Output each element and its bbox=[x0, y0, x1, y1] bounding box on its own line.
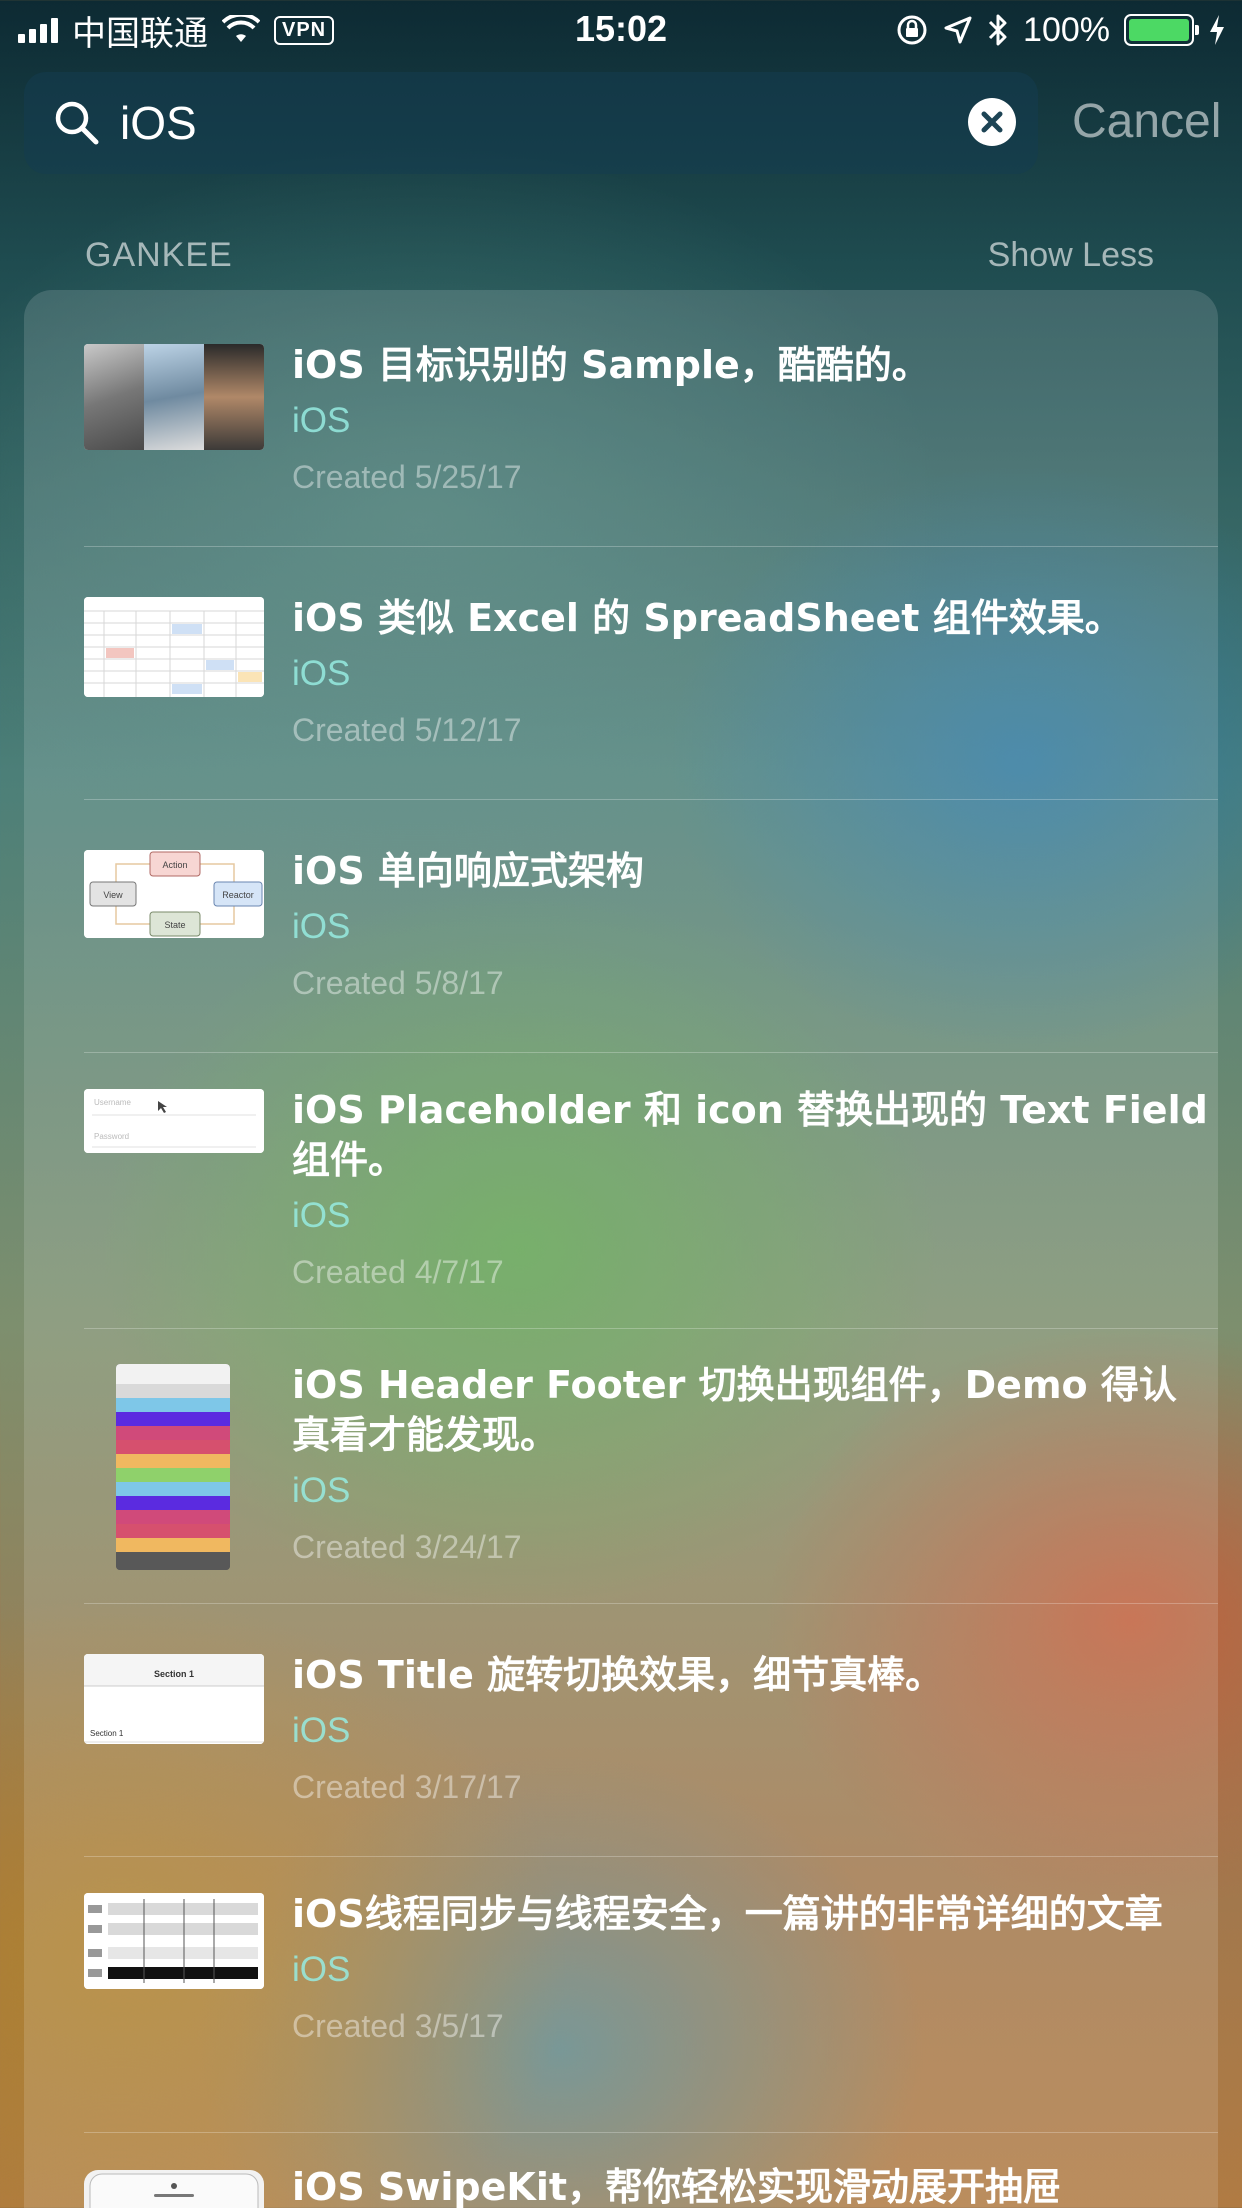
result-thumbnail: Section 1 Section 1 bbox=[84, 1654, 264, 1744]
result-title: iOS Header Footer 切换出现组件，Demo 得认真看才能发现。 bbox=[292, 1363, 1177, 1457]
diagram-label-state: State bbox=[164, 920, 185, 930]
result-thumbnail bbox=[84, 344, 264, 450]
result-tag: iOS bbox=[292, 907, 351, 946]
diagram-label-reactor: Reactor bbox=[222, 890, 254, 900]
row-divider bbox=[84, 1052, 1218, 1053]
result-row[interactable]: iOS Header Footer 切换出现组件，Demo 得认真看才能发现。 … bbox=[84, 1360, 1218, 1620]
close-icon bbox=[981, 111, 1003, 133]
architecture-diagram-icon: Action View Reactor State bbox=[84, 850, 264, 938]
result-text: iOS线程同步与线程安全，一篇讲的非常详细的文章 iOS Created 3/5… bbox=[292, 1889, 1212, 2049]
result-thumbnail bbox=[84, 1893, 264, 1989]
result-thumbnail: Username Password bbox=[84, 1089, 264, 1153]
battery-percentage: 100% bbox=[1023, 10, 1110, 49]
result-tag: iOS bbox=[292, 1196, 351, 1235]
textfield-thumbnail-icon: Username Password bbox=[84, 1089, 264, 1153]
section-title: GANKEE bbox=[85, 236, 233, 274]
row-divider bbox=[84, 546, 1218, 547]
result-thumbnail bbox=[116, 1364, 230, 1570]
result-text: iOS SwipeKit，帮你轻松实现滑动展开抽屉 bbox=[292, 2162, 1212, 2208]
result-date: Created 3/24/17 bbox=[292, 1529, 522, 1565]
row-divider bbox=[84, 2132, 1218, 2133]
colorful-list-thumbnail-icon bbox=[116, 1364, 230, 1570]
result-date: Created 5/25/17 bbox=[292, 459, 522, 495]
result-title: iOS Placeholder 和 icon 替换出现的 Text Field … bbox=[292, 1088, 1208, 1182]
result-title: iOS SwipeKit，帮你轻松实现滑动展开抽屉 bbox=[292, 2165, 1062, 2208]
result-title: iOS 目标识别的 Sample，酷酷的。 bbox=[292, 343, 930, 387]
cancel-button[interactable]: Cancel bbox=[1072, 94, 1221, 149]
status-bar: 中国联通 VPN 15:02 100% bbox=[0, 0, 1242, 60]
result-thumbnail bbox=[84, 597, 264, 697]
thumb-username-label: Username bbox=[94, 1098, 131, 1107]
result-tag: iOS bbox=[292, 654, 351, 693]
search-input[interactable] bbox=[120, 90, 960, 156]
result-title: iOS 单向响应式架构 bbox=[292, 849, 644, 893]
result-text: iOS 单向响应式架构 iOS Created 5/8/17 bbox=[292, 846, 1212, 1006]
row-divider bbox=[84, 1856, 1218, 1857]
result-row[interactable]: iOS线程同步与线程安全，一篇讲的非常详细的文章 iOS Created 3/5… bbox=[84, 1889, 1218, 2149]
show-less-button[interactable]: Show Less bbox=[988, 236, 1154, 275]
result-row[interactable]: Action View Reactor State iOS 单向响应式架构 iO… bbox=[84, 846, 1218, 1086]
bluetooth-icon bbox=[988, 14, 1007, 46]
location-arrow-icon bbox=[944, 16, 972, 44]
spreadsheet-thumbnail-icon bbox=[84, 597, 264, 697]
battery-icon bbox=[1124, 14, 1199, 46]
result-text: iOS 目标识别的 Sample，酷酷的。 iOS Created 5/25/1… bbox=[292, 340, 1212, 500]
result-thumbnail: Action View Reactor State bbox=[84, 850, 264, 938]
result-thumbnail bbox=[84, 2170, 264, 2208]
row-divider bbox=[84, 1328, 1218, 1329]
result-title: iOS Title 旋转切换效果，细节真棒。 bbox=[292, 1653, 944, 1697]
result-text: iOS Header Footer 切换出现组件，Demo 得认真看才能发现。 … bbox=[292, 1360, 1212, 1570]
row-divider bbox=[84, 799, 1218, 800]
phone-thumbnail-icon bbox=[89, 2173, 259, 2208]
thumb-password-label: Password bbox=[94, 1132, 129, 1141]
title-rotate-thumbnail-icon: Section 1 Section 1 bbox=[84, 1654, 264, 1744]
thumb-row-title: Section 1 bbox=[90, 1729, 124, 1738]
search-icon bbox=[55, 101, 99, 145]
result-text: iOS 类似 Excel 的 SpreadSheet 组件效果。 iOS Cre… bbox=[292, 593, 1212, 753]
clear-search-button[interactable] bbox=[968, 98, 1016, 146]
result-row[interactable]: Username Password iOS Placeholder 和 icon… bbox=[84, 1085, 1218, 1345]
result-tag: iOS bbox=[292, 401, 351, 440]
result-date: Created 4/7/17 bbox=[292, 1254, 504, 1290]
result-tag: iOS bbox=[292, 1950, 351, 1989]
result-row[interactable]: iOS 目标识别的 Sample，酷酷的。 iOS Created 5/25/1… bbox=[84, 340, 1218, 580]
search-bar bbox=[24, 72, 1038, 174]
orientation-lock-icon bbox=[897, 15, 927, 45]
thumb-nav-title: Section 1 bbox=[154, 1669, 194, 1679]
diagram-label-action: Action bbox=[162, 860, 187, 870]
result-title: iOS 类似 Excel 的 SpreadSheet 组件效果。 bbox=[292, 596, 1123, 640]
results-panel: iOS 目标识别的 Sample，酷酷的。 iOS Created 5/25/1… bbox=[24, 290, 1218, 2208]
charging-bolt-icon bbox=[1210, 15, 1224, 45]
result-date: Created 3/5/17 bbox=[292, 2008, 504, 2044]
result-title: iOS线程同步与线程安全，一篇讲的非常详细的文章 bbox=[292, 1892, 1163, 1936]
result-date: Created 3/17/17 bbox=[292, 1769, 522, 1805]
row-divider bbox=[84, 1603, 1218, 1604]
result-date: Created 5/12/17 bbox=[292, 712, 522, 748]
result-row[interactable]: iOS 类似 Excel 的 SpreadSheet 组件效果。 iOS Cre… bbox=[84, 593, 1218, 833]
result-text: iOS Placeholder 和 icon 替换出现的 Text Field … bbox=[292, 1085, 1212, 1295]
thread-timeline-thumbnail-icon bbox=[84, 1893, 264, 1989]
result-row[interactable]: Section 1 Section 1 iOS Title 旋转切换效果，细节真… bbox=[84, 1650, 1218, 1890]
result-tag: iOS bbox=[292, 1471, 351, 1510]
diagram-label-view: View bbox=[103, 890, 123, 900]
result-tag: iOS bbox=[292, 1711, 351, 1750]
result-row[interactable]: iOS SwipeKit，帮你轻松实现滑动展开抽屉 bbox=[84, 2162, 1218, 2208]
result-date: Created 5/8/17 bbox=[292, 965, 504, 1001]
status-right: 100% bbox=[895, 10, 1226, 50]
result-text: iOS Title 旋转切换效果，细节真棒。 iOS Created 3/17/… bbox=[292, 1650, 1212, 1810]
